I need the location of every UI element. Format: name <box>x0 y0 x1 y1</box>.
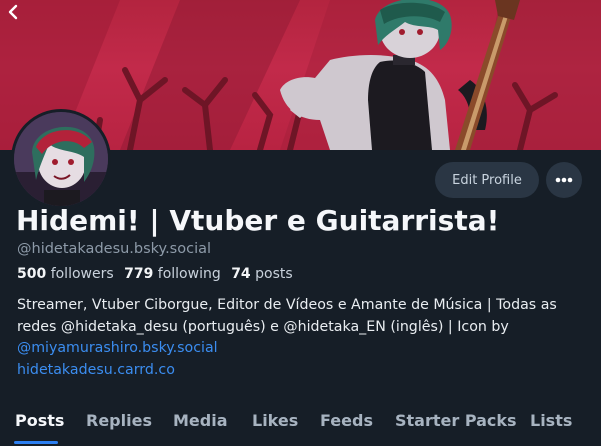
followers-count: 500 <box>17 266 47 282</box>
bio-line: Streamer, Vtuber Ciborgue, Editor de Víd… <box>17 297 557 313</box>
edit-profile-button[interactable]: Edit Profile <box>435 162 539 198</box>
following-stat[interactable]: 779 following <box>124 266 221 282</box>
back-button[interactable] <box>6 4 34 32</box>
tab-likes[interactable]: Likes <box>252 411 298 430</box>
following-label: following <box>157 266 221 282</box>
following-count: 779 <box>124 266 154 282</box>
bio-website-link[interactable]: hidetakadesu.carrd.co <box>17 362 175 378</box>
tab-lists[interactable]: Lists <box>530 411 572 430</box>
bio-line: redes @hidetaka_desu (português) e @hide… <box>17 318 509 335</box>
more-options-button[interactable] <box>546 162 582 198</box>
avatar[interactable] <box>11 109 111 209</box>
posts-label: posts <box>255 266 293 282</box>
active-tab-indicator <box>14 441 58 444</box>
tab-media[interactable]: Media <box>173 411 228 430</box>
ellipsis-icon <box>555 177 573 183</box>
profile-tabs: Posts Replies Media Likes Feeds Starter … <box>0 400 601 446</box>
tab-replies[interactable]: Replies <box>86 411 152 430</box>
profile-handle: @hidetakadesu.bsky.social <box>17 241 212 257</box>
profile-stats: 500 followers 779 following 74 posts <box>17 266 293 282</box>
followers-stat[interactable]: 500 followers <box>17 266 114 282</box>
display-name: Hidemi! | Vtuber e Guitarrista! <box>16 204 500 237</box>
posts-count: 74 <box>231 266 251 282</box>
chevron-left-icon <box>8 4 18 20</box>
tab-feeds[interactable]: Feeds <box>320 411 373 430</box>
followers-label: followers <box>50 266 114 282</box>
avatar-image <box>14 112 108 206</box>
tab-posts[interactable]: Posts <box>15 411 64 430</box>
tab-starter-packs[interactable]: Starter Packs <box>395 411 517 430</box>
profile-bio: Streamer, Vtuber Ciborgue, Editor de Víd… <box>17 295 587 381</box>
bio-mention-link[interactable]: @miyamurashiro.bsky.social <box>17 340 218 356</box>
posts-stat: 74 posts <box>231 266 292 282</box>
